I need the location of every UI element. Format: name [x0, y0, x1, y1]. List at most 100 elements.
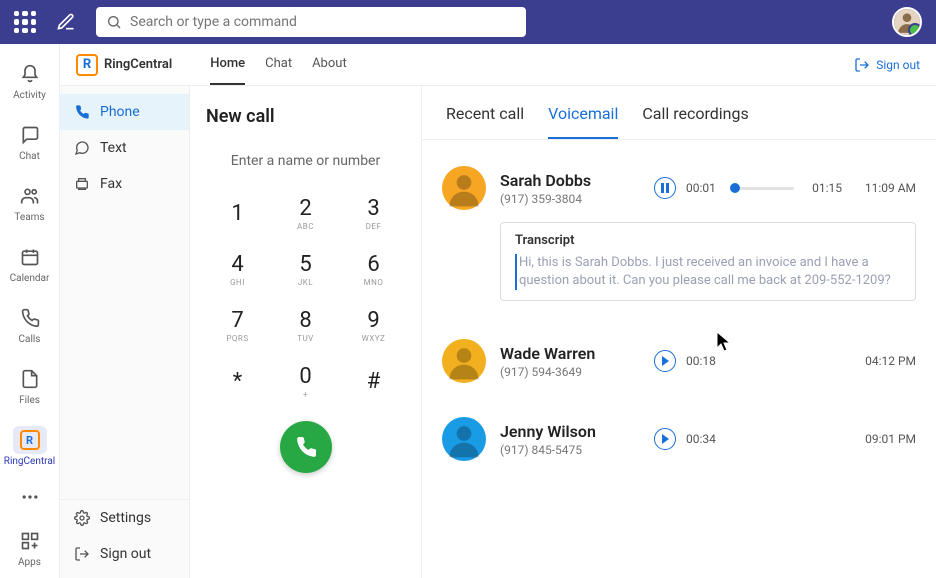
rail-teams[interactable]: Teams	[0, 176, 59, 229]
side-item-text[interactable]: Text	[60, 130, 189, 166]
rail-label: Calendar	[10, 273, 50, 284]
voicemail-item[interactable]: Jenny Wilson(917) 845-547500:3409:01 PM	[442, 409, 916, 469]
search-input[interactable]	[130, 14, 516, 30]
dialpad-key-2[interactable]: 2ABC	[274, 189, 338, 239]
tab-voicemail[interactable]: Voicemail	[548, 104, 618, 139]
rail-apps[interactable]: Apps	[0, 521, 59, 574]
caller-number: (917) 845-5475	[500, 443, 640, 457]
rail-calendar[interactable]: Calendar	[0, 237, 59, 290]
gear-icon	[74, 510, 90, 526]
chat-icon	[20, 125, 40, 145]
phone-icon	[20, 308, 40, 328]
key-number: 8	[299, 310, 311, 332]
calendar-icon	[20, 247, 40, 267]
side-item-fax[interactable]: Fax	[60, 166, 189, 202]
tab-recent-call[interactable]: Recent call	[446, 104, 524, 139]
call-button[interactable]	[280, 421, 332, 473]
header-tab-home[interactable]: Home	[210, 44, 245, 85]
rail-label: Teams	[14, 212, 44, 223]
voicemail-item[interactable]: Wade Warren(917) 594-364900:1804:12 PM	[442, 331, 916, 391]
caller-avatar	[442, 339, 486, 383]
signout-icon	[74, 546, 90, 562]
caller-name: Sarah Dobbs	[500, 171, 640, 190]
side-item-phone[interactable]: Phone	[60, 94, 189, 130]
key-letters: WXYZ	[362, 334, 386, 343]
signout-label: Sign out	[876, 58, 920, 72]
key-number: 7	[231, 310, 243, 332]
key-number: 9	[367, 310, 379, 332]
side-item-signout[interactable]: Sign out	[60, 536, 189, 572]
top-app-bar	[0, 0, 936, 44]
signout-icon	[854, 57, 870, 73]
header-tabs: Home Chat About	[210, 44, 346, 85]
caller-avatar	[442, 417, 486, 461]
transcript-body: Hi, this is Sarah Dobbs. I just received…	[515, 254, 901, 290]
key-letters: GHI	[230, 278, 245, 287]
key-letters: MNO	[364, 278, 384, 287]
key-number: 0	[299, 366, 311, 388]
brand-logo-icon: R	[76, 54, 98, 76]
key-number: 3	[367, 198, 379, 220]
side-label: Sign out	[100, 546, 151, 562]
side-item-settings[interactable]: Settings	[60, 500, 189, 536]
side-label: Phone	[100, 104, 140, 120]
dialer-input-placeholder[interactable]: Enter a name or number	[231, 153, 380, 169]
pause-button[interactable]	[654, 177, 676, 199]
user-avatar[interactable]	[892, 7, 922, 37]
dialpad-key-5[interactable]: 5 JKL	[274, 245, 338, 295]
apps-launcher-icon[interactable]	[14, 11, 36, 33]
transcript-title: Transcript	[515, 233, 901, 248]
elapsed-time: 00:18	[686, 354, 716, 368]
brand: R RingCentral	[76, 54, 172, 76]
dialpad-key-9[interactable]: 9 WXYZ	[342, 301, 406, 351]
rail-chat[interactable]: Chat	[0, 115, 59, 168]
caller-name: Jenny Wilson	[500, 422, 640, 441]
compose-icon[interactable]	[54, 10, 78, 34]
dialpad-key-#[interactable]: #	[342, 357, 406, 407]
header-tab-chat[interactable]: Chat	[265, 44, 292, 85]
dialpad-key-6[interactable]: 6MNO	[342, 245, 406, 295]
dialer-panel: New call Enter a name or number 12ABC 3 DE…	[190, 86, 422, 578]
rail-label: Files	[19, 395, 40, 406]
rail-calls[interactable]: Calls	[0, 298, 59, 351]
side-panel: Phone Text Fax Settings	[60, 86, 190, 578]
rail-label: Apps	[18, 557, 41, 568]
play-button[interactable]	[654, 350, 676, 372]
rail-activity[interactable]: Activity	[0, 54, 59, 107]
tab-recordings[interactable]: Call recordings	[642, 104, 748, 139]
apps-icon	[20, 531, 40, 551]
play-button[interactable]	[654, 428, 676, 450]
voicemail-item[interactable]: Sarah Dobbs(917) 359-380400:0101:1511:09…	[442, 158, 916, 313]
dialpad-key-*[interactable]: *	[206, 357, 270, 407]
dialpad-key-4[interactable]: 4GHI	[206, 245, 270, 295]
dialpad-key-8[interactable]: 8TUV	[274, 301, 338, 351]
rail-ringcentral[interactable]: R RingCentral	[0, 420, 59, 473]
key-letters: JKL	[298, 278, 313, 287]
search-icon	[106, 14, 122, 30]
phone-icon	[294, 435, 318, 459]
dialpad-key-3[interactable]: 3 DEF	[342, 189, 406, 239]
rail-more[interactable]	[0, 481, 59, 513]
teams-icon	[20, 186, 40, 206]
key-number: 5	[299, 254, 311, 276]
elapsed-time: 00:01	[686, 181, 716, 195]
dots-icon	[20, 487, 40, 507]
rail-label: Chat	[19, 151, 40, 162]
key-letters: +	[303, 390, 308, 399]
voicemail-pane: Recent call Voicemail Call recordings Sa…	[422, 86, 936, 578]
received-time: 09:01 PM	[856, 432, 916, 446]
key-number: #	[367, 371, 381, 393]
progress-track[interactable]	[734, 187, 794, 190]
dialpad-key-7[interactable]: 7PQRS	[206, 301, 270, 351]
rail-files[interactable]: Files	[0, 359, 59, 412]
header-tab-about[interactable]: About	[312, 44, 347, 85]
left-rail: Activity Chat Teams Calendar Calls Files…	[0, 44, 60, 578]
caller-name: Wade Warren	[500, 344, 640, 363]
dialpad-key-0[interactable]: 0+	[274, 357, 338, 407]
signout-link[interactable]: Sign out	[854, 57, 920, 73]
dialpad-key-1[interactable]: 1	[206, 189, 270, 239]
key-letters: DEF	[366, 222, 382, 231]
dialer-title: New call	[200, 106, 275, 127]
phone-icon	[74, 104, 90, 120]
search-box[interactable]	[96, 7, 526, 37]
